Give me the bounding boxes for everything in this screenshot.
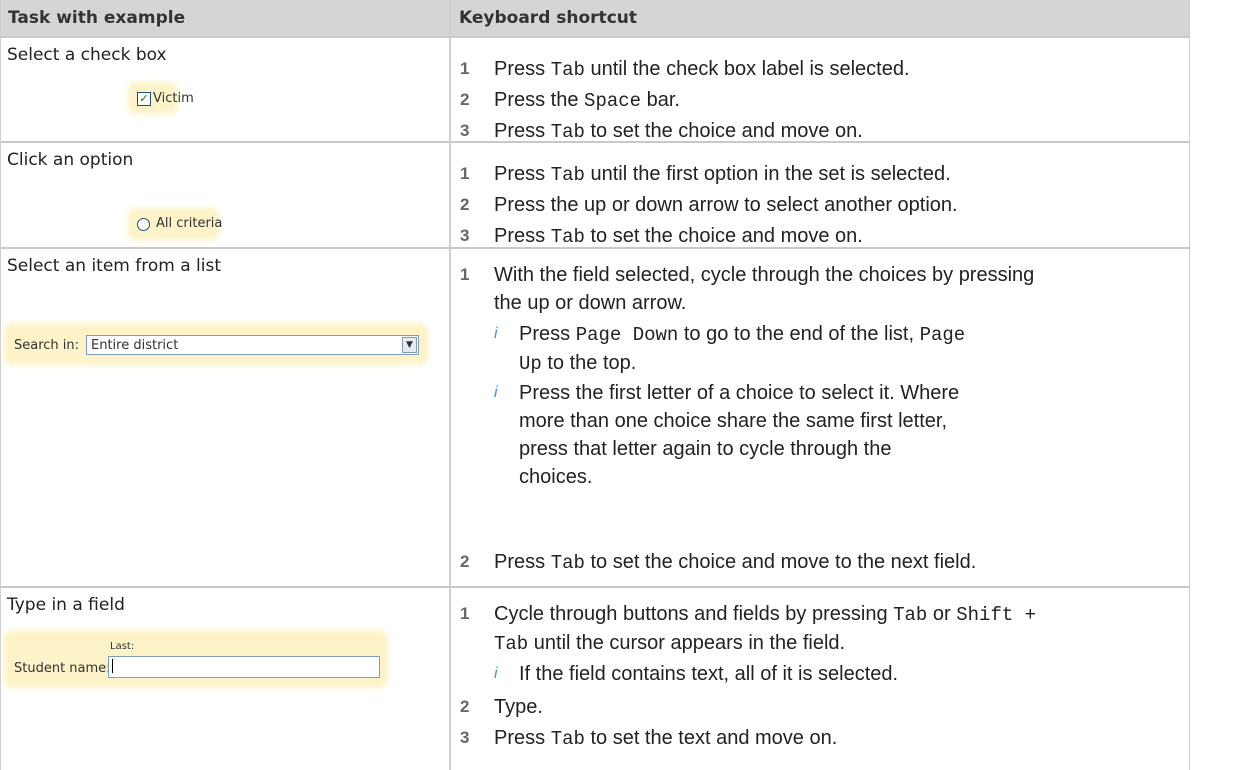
text-cursor [112, 659, 113, 673]
header-shortcut: Keyboard shortcut [451, 0, 1190, 36]
step-number: 3 [460, 728, 470, 747]
info-icon: i [494, 384, 498, 401]
select-value: Entire district [91, 338, 179, 353]
column-divider [449, 0, 451, 770]
info-icon: i [494, 665, 498, 682]
chevron-down-icon[interactable]: ▼ [402, 337, 417, 353]
task-label: Select an item from a list [7, 256, 222, 276]
step-number: 1 [460, 604, 470, 623]
key-name: Tab [550, 164, 585, 186]
step-number: 1 [460, 164, 470, 183]
radio-example[interactable] [137, 218, 150, 231]
checkbox-label: Victim [153, 91, 194, 106]
key-name: Shift + [956, 604, 1037, 626]
key-name: Space [584, 90, 642, 112]
step-number: 2 [460, 195, 470, 214]
border-right [1189, 0, 1190, 770]
search-in-select[interactable]: Entire district ▼ [86, 335, 419, 355]
step-number: 1 [460, 59, 470, 78]
header-task: Task with example [0, 0, 449, 36]
key-name: Up [519, 353, 542, 375]
row-divider [0, 36, 1190, 38]
key-name: Tab [893, 604, 928, 626]
step-number: 1 [460, 265, 470, 284]
key-name: Tab [550, 121, 585, 143]
checkbox-example[interactable]: ✓ [137, 92, 151, 106]
step-number: 2 [460, 552, 470, 571]
key-name: Page Down [575, 324, 679, 346]
step-number: 3 [460, 226, 470, 245]
row-divider [0, 586, 1190, 588]
key-name: Tab [550, 552, 585, 574]
task-label: Select a check box [7, 45, 167, 65]
step-number: 2 [460, 697, 470, 716]
list-label: Search in: [14, 338, 80, 353]
key-name: Tab [550, 59, 585, 81]
border-left [0, 0, 1, 770]
key-name: Tab [550, 728, 585, 750]
key-name: Tab [550, 226, 585, 248]
key-name: Page [919, 324, 966, 346]
key-name: Tab [494, 633, 529, 655]
step-number: 2 [460, 90, 470, 109]
step-number: 3 [460, 121, 470, 140]
student-name-input[interactable] [108, 656, 380, 678]
task-label: Click an option [7, 150, 134, 170]
field-sublabel: Last: [110, 641, 135, 652]
field-label: Student name: [14, 661, 111, 676]
info-icon: i [494, 325, 498, 342]
radio-label: All criteria [156, 216, 223, 231]
task-label: Type in a field [7, 595, 125, 615]
